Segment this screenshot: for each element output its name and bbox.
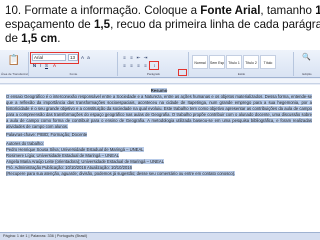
align-center-icon[interactable]: ≡ — [129, 63, 134, 68]
numbering-icon[interactable]: ≡ — [129, 55, 134, 60]
paragraph-group: ≡ ≡ ⇤ ⇥ ≡ ≡ ≡ ≡ ↕ Parágrafo — [119, 52, 189, 76]
shrink-font-icon[interactable]: a — [86, 55, 91, 60]
instruction-line-1: 10. Formate a informação. Coloque a Font… — [5, 4, 320, 17]
status-bar: Página: 1 de 1 | Palavras: 336 | Portugu… — [0, 232, 320, 240]
editing-group: 🔍 Edição — [295, 52, 319, 76]
style-no-spacing[interactable]: Sem Esp... — [209, 55, 225, 69]
instruction-fragment: Formate a informação. Coloque a — [24, 4, 201, 17]
instruction-fragment: espaçamento de — [5, 18, 94, 31]
document-paragraph-text: O ensaio Geográfico é o interconexão res… — [6, 94, 312, 129]
font-group: Arial 13 A a N I S A Fonte — [30, 52, 118, 76]
instruction-text: 10. Formate a informação. Coloque a Font… — [3, 4, 320, 50]
style-heading-1[interactable]: Título 1 — [226, 55, 242, 69]
clipboard-group: 📋 Área de Transferência — [1, 52, 29, 76]
styles-group: Normal Sem Esp... Título 1 Título 2 Títu… — [190, 52, 294, 76]
justify-icon[interactable]: ≡ — [143, 63, 148, 68]
author-line-text: (Recupere para sua atenção, aguarde; div… — [6, 171, 236, 176]
document-section-text: Autores do trabalho: — [6, 141, 44, 146]
increase-indent-icon[interactable]: ⇥ — [143, 55, 148, 60]
document-page[interactable]: Resumo O ensaio Geográfico é o intercone… — [0, 85, 320, 232]
instruction-line-2: espaçamento de 1,5, recuo da primeira li… — [5, 18, 320, 31]
style-title[interactable]: Título — [260, 55, 276, 69]
find-icon[interactable]: 🔍 — [298, 54, 315, 61]
group-label: Parágrafo — [146, 72, 161, 76]
grow-font-icon[interactable]: A — [80, 55, 85, 60]
style-heading-2[interactable]: Título 2 — [243, 55, 259, 69]
document-keywords-text: Palavras-chave: PIBID; Formação; Docente — [6, 132, 88, 137]
instruction-number: 10. — [5, 4, 22, 17]
instruction-font-name: Fonte Arial — [200, 4, 261, 17]
instruction-font-size: 13 — [315, 4, 320, 17]
bullets-icon[interactable]: ≡ — [122, 55, 127, 60]
document-body: Resumo O ensaio Geográfico é o intercone… — [6, 88, 312, 177]
align-left-icon[interactable]: ≡ — [122, 63, 127, 68]
instruction-line-3: de 1,5 cm. — [5, 32, 60, 45]
instruction-fragment: de — [5, 32, 22, 45]
author-line: (Recupere para sua atenção, aguarde; div… — [6, 171, 312, 177]
instruction-fragment: . — [57, 32, 61, 45]
ruler[interactable] — [0, 79, 320, 84]
author-line-text: Pedro Henrique Sousa Silva; Universidade… — [6, 147, 144, 152]
paste-icon[interactable]: 📋 — [7, 55, 21, 66]
document-paragraph: O ensaio Geográfico é o interconexão res… — [6, 94, 312, 130]
author-line-text: Rosimere Lígia; Universidade Estadual de… — [6, 153, 120, 158]
line-spacing-highlight — [149, 61, 159, 70]
group-label: Edição — [302, 72, 312, 76]
ribbon: 📋 Área de Transferência Arial 13 A a N I… — [0, 50, 320, 78]
instruction-indent: 1,5 cm — [21, 32, 58, 45]
instruction-fragment: , recuo da primeira linha de cada parágr… — [110, 18, 320, 31]
group-label: Fonte — [69, 72, 78, 76]
instruction-spacing: 1,5 — [93, 18, 111, 31]
document-heading-text: Resumo — [150, 88, 168, 93]
style-normal[interactable]: Normal — [192, 55, 208, 69]
author-line-text: Angela Maria Araújo Leite (orientadora);… — [6, 159, 165, 164]
align-right-icon[interactable]: ≡ — [136, 63, 141, 68]
word-window: 📋 Área de Transferência Arial 13 A a N I… — [0, 50, 320, 240]
document-keywords: Palavras-chave: PIBID; Formação; Docente — [6, 132, 312, 138]
decrease-indent-icon[interactable]: ⇤ — [136, 55, 141, 60]
group-label: Área de Transferência — [1, 72, 28, 76]
instruction-fragment: , tamanho — [260, 4, 316, 17]
author-line-text: Pró. Administração Publicação: 10/10/201… — [6, 165, 132, 170]
font-highlight-box — [30, 52, 79, 64]
group-label: Estilo — [237, 72, 246, 76]
